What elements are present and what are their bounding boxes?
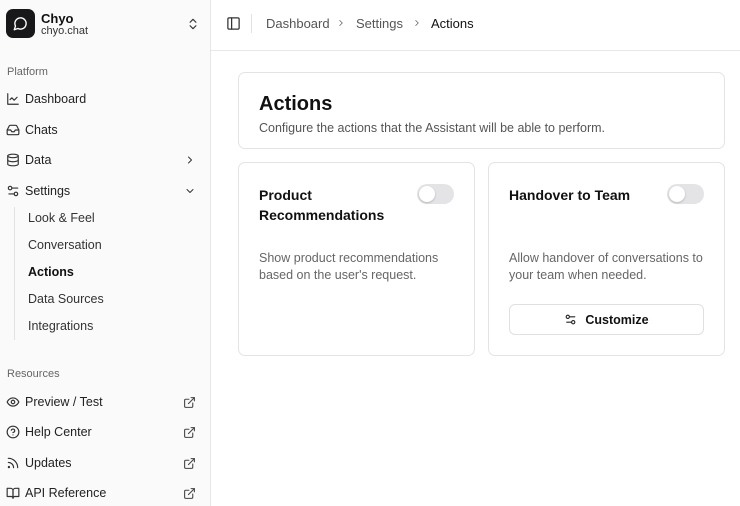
- action-card-product-recommendations: Product Recommendations Show product rec…: [238, 162, 475, 356]
- line-chart-icon: [7, 93, 19, 105]
- action-title: Handover to Team: [509, 187, 631, 203]
- sidebar-item-label: Updates: [25, 456, 72, 470]
- external-link-icon: [184, 426, 195, 438]
- sidebar-item-label: Chats: [25, 123, 58, 137]
- sidebar-item-updates[interactable]: Updates: [0, 449, 204, 477]
- rss-icon: [7, 457, 19, 469]
- customize-button-label: Customize: [585, 312, 649, 327]
- external-link-icon: [184, 487, 195, 499]
- customize-button[interactable]: Customize: [509, 304, 704, 335]
- group-label-platform: Platform: [7, 66, 48, 78]
- sidebar-subitem-actions[interactable]: Actions: [20, 259, 204, 285]
- page-description: Configure the actions that the Assistant…: [259, 121, 606, 135]
- eye-icon: [6, 397, 20, 407]
- action-card-handover-to-team: Handover to Team Allow handover of conve…: [488, 162, 725, 356]
- toggle-knob: [669, 186, 685, 202]
- settings-sliders-icon: [7, 185, 19, 197]
- sidebar-subitem-data-sources[interactable]: Data Sources: [20, 286, 204, 312]
- toggle-knob: [419, 186, 435, 202]
- external-link-icon: [184, 396, 195, 408]
- submenu-guide-line: [14, 207, 15, 340]
- chevron-down-icon: [186, 189, 194, 193]
- sidebar-subitem-label: Actions: [28, 265, 74, 279]
- chat-bubble-logo-icon: [6, 9, 35, 38]
- chevron-right-icon: [339, 20, 343, 26]
- book-icon: [6, 487, 20, 499]
- settings-sliders-icon: [566, 314, 576, 325]
- org-domain: chyo.chat: [41, 25, 89, 37]
- toolbar-divider: [251, 14, 252, 33]
- sidebar-item-help-center[interactable]: Help Center: [0, 418, 204, 446]
- database-icon: [7, 153, 19, 167]
- sidebar-item-chats[interactable]: Chats: [0, 116, 204, 144]
- external-link-icon: [184, 457, 195, 469]
- sidebar-item-preview-test[interactable]: Preview / Test: [0, 388, 204, 416]
- group-label-resources: Resources: [7, 368, 60, 380]
- sidebar-subitem-label: Integrations: [28, 319, 94, 333]
- page-header-card: Actions Configure the actions that the A…: [238, 72, 725, 149]
- sidebar-item-label: API Reference: [25, 486, 107, 500]
- sidebar-item-label: Data: [25, 153, 52, 167]
- chevron-right-icon: [188, 156, 192, 164]
- product-recommendations-toggle[interactable]: [417, 184, 454, 204]
- sidebar-subitem-label: Look & Feel: [28, 211, 95, 225]
- sidebar-subitem-label: Data Sources: [28, 292, 104, 306]
- org-name: Chyo: [41, 11, 74, 26]
- sidebar-toggle-icon[interactable]: [226, 16, 241, 31]
- help-circle-icon: [6, 425, 20, 439]
- top-bar: Dashboard Settings Actions: [211, 0, 740, 51]
- sidebar-subitem-conversation[interactable]: Conversation: [20, 232, 204, 258]
- sidebar-subitem-look-and-feel[interactable]: Look & Feel: [20, 205, 204, 231]
- sidebar-item-api-reference[interactable]: API Reference: [0, 479, 204, 506]
- action-description: Show product recommendations based on th…: [259, 251, 439, 282]
- sidebar-item-label: Preview / Test: [25, 395, 103, 409]
- sidebar-item-dashboard[interactable]: Dashboard: [0, 85, 204, 113]
- sidebar-item-label: Settings: [25, 184, 71, 198]
- breadcrumb-settings[interactable]: Settings: [356, 16, 403, 31]
- sidebar-item-settings[interactable]: Settings: [0, 177, 204, 205]
- sidebar-item-data[interactable]: Data: [0, 146, 204, 174]
- handover-to-team-toggle[interactable]: [667, 184, 704, 204]
- sidebar-item-label: Dashboard: [25, 92, 87, 106]
- action-title: Product Recommendations: [259, 187, 385, 223]
- sidebar-subitem-integrations[interactable]: Integrations: [20, 313, 204, 339]
- sidebar-subitem-label: Conversation: [28, 238, 102, 252]
- breadcrumb-actions: Actions: [431, 16, 474, 31]
- chevron-right-icon: [415, 20, 419, 26]
- inbox-icon: [6, 124, 20, 136]
- org-switcher[interactable]: Chyo chyo.chat: [6, 9, 204, 39]
- sidebar: Chyo chyo.chat Platform Dashboard Chats …: [0, 0, 211, 506]
- sidebar-item-label: Help Center: [25, 425, 92, 439]
- page-title: Actions: [259, 93, 333, 115]
- action-description: Allow handover of conversations to your …: [509, 251, 703, 282]
- breadcrumb-dashboard[interactable]: Dashboard: [266, 16, 330, 31]
- chevrons-up-down-icon: [189, 18, 197, 30]
